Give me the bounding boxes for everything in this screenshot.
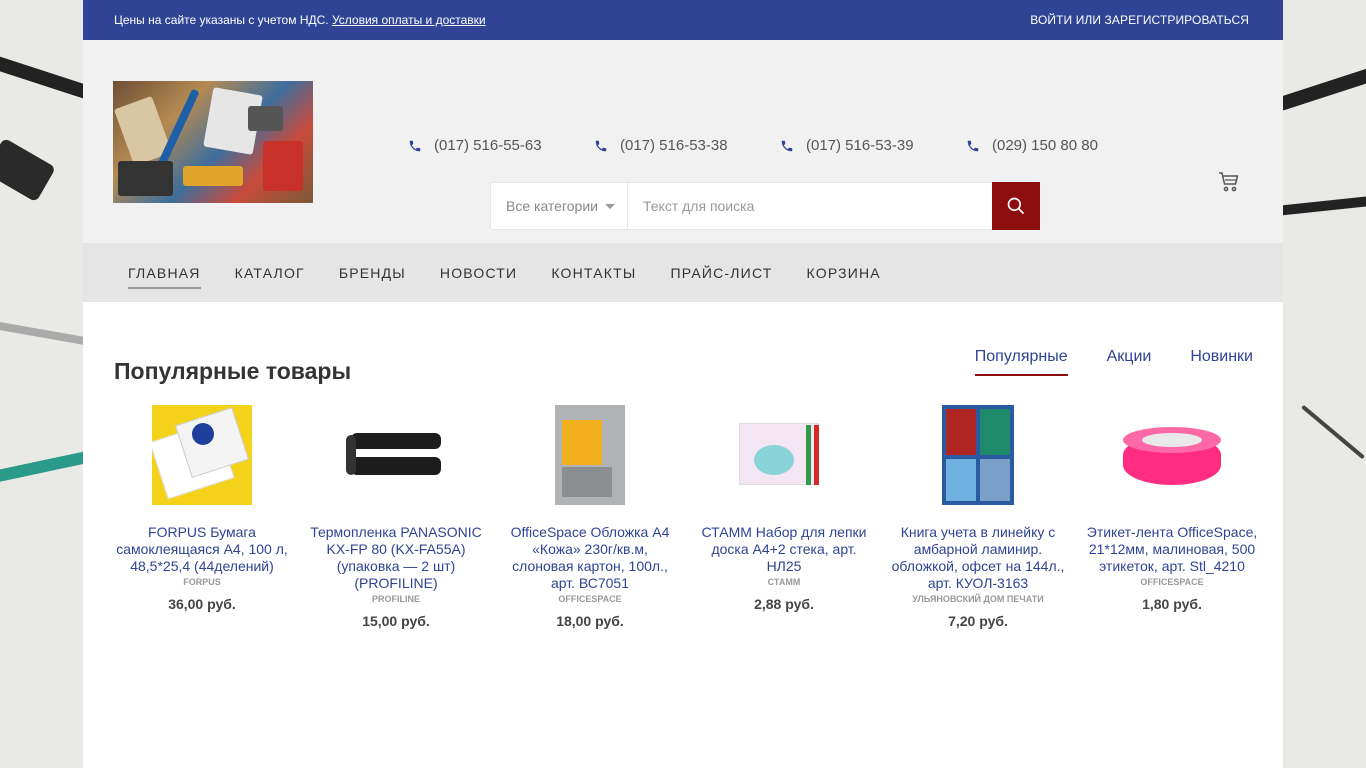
product-image[interactable] xyxy=(1122,405,1222,505)
product-list: FORPUS Бумага самоклеящаяся А4, 100 л, 4… xyxy=(105,405,1269,629)
category-select-value: Все категории xyxy=(506,198,598,214)
background-right-decoration xyxy=(1283,0,1366,768)
product-image[interactable] xyxy=(734,405,834,505)
search-icon xyxy=(1007,197,1025,215)
nav-item-brands[interactable]: БРЕНДЫ xyxy=(339,259,406,287)
tab-popular[interactable]: Популярные xyxy=(974,348,1068,376)
product-name[interactable]: СТАММ Набор для лепки доска А4+2 стека, … xyxy=(687,524,881,575)
phone-number: (017) 516-53-38 xyxy=(620,137,728,154)
phone-icon xyxy=(967,140,979,151)
tab-new[interactable]: Новинки xyxy=(1190,348,1253,374)
background-left-decoration xyxy=(0,0,83,768)
product-price: 2,88 руб. xyxy=(754,596,814,612)
nav-item-catalog[interactable]: КАТАЛОГ xyxy=(235,259,305,287)
product-brand: FORPUS xyxy=(183,577,221,587)
product-brand: OFFICESPACE xyxy=(1140,577,1204,587)
chevron-down-icon xyxy=(605,203,615,209)
phone-2[interactable]: (017) 516-53-38 xyxy=(594,137,780,154)
phone-icon xyxy=(781,140,793,151)
cart-button[interactable] xyxy=(1217,170,1241,194)
search-input[interactable] xyxy=(628,183,992,229)
nav-item-home[interactable]: ГЛАВНАЯ xyxy=(128,259,201,289)
product-card: Термопленка PANASONIC KX-FP 80 (KX-FA55A… xyxy=(299,405,493,629)
top-bar: Цены на сайте указаны с учетом НДС. Усло… xyxy=(83,0,1283,40)
phone-1[interactable]: (017) 516-55-63 xyxy=(408,137,594,154)
phone-number: (029) 150 80 80 xyxy=(992,137,1098,154)
cart-icon xyxy=(1219,172,1239,192)
phone-number: (017) 516-53-39 xyxy=(806,137,914,154)
product-price: 15,00 руб. xyxy=(362,613,430,629)
product-image[interactable] xyxy=(928,405,1028,505)
product-brand: OFFICESPACE xyxy=(558,594,622,604)
section-title: Популярные товары xyxy=(114,358,352,384)
product-price: 1,80 руб. xyxy=(1142,596,1202,612)
product-name[interactable]: Этикет-лента OfficeSpace, 21*12мм, малин… xyxy=(1075,524,1269,575)
product-price: 36,00 руб. xyxy=(168,596,236,612)
product-brand: СТАММ xyxy=(767,577,801,587)
phone-icon xyxy=(595,140,607,151)
login-register-link[interactable]: ВОЙТИ ИЛИ ЗАРЕГИСТРИРОВАТЬСЯ xyxy=(1030,13,1249,27)
main-content: Популярные товары Популярные Акции Новин… xyxy=(83,302,1283,768)
product-price: 7,20 руб. xyxy=(948,613,1008,629)
product-brand: УЛЬЯНОВСКИЙ ДОМ ПЕЧАТИ xyxy=(912,594,1044,604)
product-name[interactable]: Книга учета в линейку с амбарной ламинир… xyxy=(881,524,1075,592)
product-brand: PROFILINE xyxy=(371,594,420,604)
main-nav: ГЛАВНАЯ КАТАЛОГ БРЕНДЫ НОВОСТИ КОНТАКТЫ … xyxy=(83,243,1283,302)
search-button[interactable] xyxy=(992,182,1040,230)
phone-4[interactable]: (029) 150 80 80 xyxy=(966,137,1152,154)
site-logo[interactable] xyxy=(113,81,313,203)
phone-icon xyxy=(409,140,421,151)
phone-list: (017) 516-55-63 (017) 516-53-38 (017) 51… xyxy=(408,137,1152,154)
product-image[interactable] xyxy=(346,405,446,505)
product-price: 18,00 руб. xyxy=(556,613,624,629)
phone-3[interactable]: (017) 516-53-39 xyxy=(780,137,966,154)
vat-notice: Цены на сайте указаны с учетом НДС. Усло… xyxy=(114,13,486,27)
product-card: OfficeSpace Обложка А4 «Кожа» 230г/кв.м,… xyxy=(493,405,687,629)
product-image[interactable] xyxy=(540,405,640,505)
phone-number: (017) 516-55-63 xyxy=(434,137,542,154)
payment-delivery-link[interactable]: Условия оплаты и доставки xyxy=(332,13,486,27)
page-container: Цены на сайте указаны с учетом НДС. Усло… xyxy=(83,0,1283,768)
header: (017) 516-55-63 (017) 516-53-38 (017) 51… xyxy=(83,40,1283,243)
product-card: СТАММ Набор для лепки доска А4+2 стека, … xyxy=(687,405,881,629)
tab-promotions[interactable]: Акции xyxy=(1107,348,1152,374)
nav-item-contacts[interactable]: КОНТАКТЫ xyxy=(551,259,636,287)
product-card: Этикет-лента OfficeSpace, 21*12мм, малин… xyxy=(1075,405,1269,629)
product-name[interactable]: Термопленка PANASONIC KX-FP 80 (KX-FA55A… xyxy=(299,524,493,592)
nav-item-cart[interactable]: КОРЗИНА xyxy=(807,259,881,287)
nav-item-price-list[interactable]: ПРАЙС-ЛИСТ xyxy=(670,259,772,287)
product-card: Книга учета в линейку с амбарной ламинир… xyxy=(881,405,1075,629)
product-tabs: Популярные Акции Новинки xyxy=(974,348,1253,376)
product-name[interactable]: FORPUS Бумага самоклеящаяся А4, 100 л, 4… xyxy=(105,524,299,575)
search-bar: Все категории xyxy=(490,182,1040,230)
vat-notice-text: Цены на сайте указаны с учетом НДС. xyxy=(114,13,329,27)
product-image[interactable] xyxy=(152,405,252,505)
product-card: FORPUS Бумага самоклеящаяся А4, 100 л, 4… xyxy=(105,405,299,629)
product-name[interactable]: OfficeSpace Обложка А4 «Кожа» 230г/кв.м,… xyxy=(493,524,687,592)
nav-item-news[interactable]: НОВОСТИ xyxy=(440,259,517,287)
category-select[interactable]: Все категории xyxy=(491,183,628,229)
